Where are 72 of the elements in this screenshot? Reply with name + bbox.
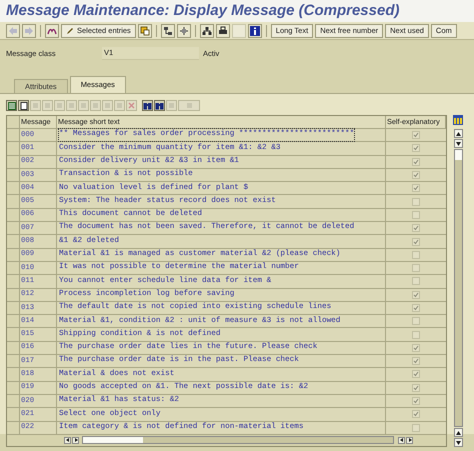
vertical-scrollbar[interactable] (454, 149, 462, 427)
binoculars-icon[interactable] (142, 100, 153, 111)
document-icon[interactable] (18, 100, 29, 111)
column-layout-icon[interactable] (452, 115, 464, 126)
select-all-cell[interactable] (7, 116, 20, 129)
row-selector[interactable] (7, 368, 20, 382)
checkbox[interactable] (412, 144, 420, 152)
row-selector[interactable] (7, 394, 20, 408)
checkbox[interactable] (412, 397, 420, 406)
checkbox[interactable] (412, 198, 420, 206)
checkbox[interactable] (412, 384, 420, 392)
row-selector[interactable] (7, 288, 20, 302)
checkbox[interactable] (412, 277, 420, 286)
tree-icon[interactable] (200, 24, 214, 38)
row-selector[interactable] (7, 328, 20, 342)
delete-icon[interactable] (126, 100, 137, 111)
row-selector[interactable] (7, 408, 20, 422)
back-icon[interactable] (6, 24, 20, 38)
row-selector[interactable] (7, 182, 20, 196)
horizontal-scrollbar[interactable] (82, 436, 394, 444)
row-selector[interactable] (7, 342, 20, 356)
scroll-up-icon[interactable] (454, 129, 462, 138)
checkbox[interactable] (412, 357, 420, 366)
pencil-icon (66, 26, 74, 34)
row-selector[interactable] (7, 275, 20, 289)
scroll-right-icon[interactable] (406, 436, 413, 444)
checkbox[interactable] (412, 264, 420, 272)
info-icon[interactable] (248, 24, 262, 38)
row-selector[interactable] (7, 129, 20, 142)
checkbox[interactable] (412, 317, 420, 326)
scroll-left-icon[interactable] (398, 436, 405, 444)
row-selector[interactable] (7, 248, 20, 262)
row-selector[interactable] (7, 222, 20, 236)
scroll-left-icon[interactable] (64, 436, 71, 444)
checkbox[interactable] (412, 304, 420, 312)
row-selector[interactable] (7, 355, 20, 368)
checkbox[interactable] (412, 290, 420, 299)
row-selector[interactable] (7, 382, 20, 395)
row-selector[interactable] (7, 208, 20, 222)
scroll-up-icon[interactable] (454, 428, 462, 437)
checkbox[interactable] (412, 210, 420, 219)
scroll-down-icon[interactable] (454, 139, 462, 148)
copy-icon[interactable] (138, 24, 152, 38)
checkbox[interactable] (412, 171, 420, 180)
forward-icon[interactable] (22, 24, 36, 38)
checkbox[interactable] (412, 330, 420, 339)
row-selector[interactable] (7, 168, 20, 182)
checkbox[interactable] (412, 370, 420, 378)
checkbox[interactable] (412, 158, 420, 166)
row-selector[interactable] (7, 142, 20, 156)
row-selector[interactable] (7, 235, 20, 249)
checkbox[interactable] (412, 224, 420, 232)
printer-icon[interactable] (216, 24, 230, 38)
scroll-right-icon[interactable] (72, 436, 79, 444)
checkbox[interactable] (412, 238, 420, 246)
checkbox[interactable] (412, 410, 420, 418)
table-settings-icon[interactable] (6, 100, 17, 111)
row-selector[interactable] (7, 195, 20, 209)
checkbox[interactable] (412, 184, 420, 192)
checkbox[interactable] (412, 344, 420, 352)
checkbox[interactable] (412, 424, 420, 432)
window-title: Message Maintenance: Display Message (Compressed) (6, 0, 400, 21)
row-selector[interactable] (7, 302, 20, 316)
row-selector[interactable] (7, 156, 20, 169)
hierarchy-icon[interactable] (160, 24, 175, 38)
checkbox[interactable] (412, 131, 420, 140)
checkbox[interactable] (412, 250, 420, 259)
binoculars-icon[interactable] (154, 100, 165, 111)
row-selector[interactable] (7, 422, 20, 435)
row-selector[interactable] (7, 262, 20, 276)
row-selector[interactable] (7, 315, 20, 328)
scroll-down-icon[interactable] (454, 438, 462, 447)
